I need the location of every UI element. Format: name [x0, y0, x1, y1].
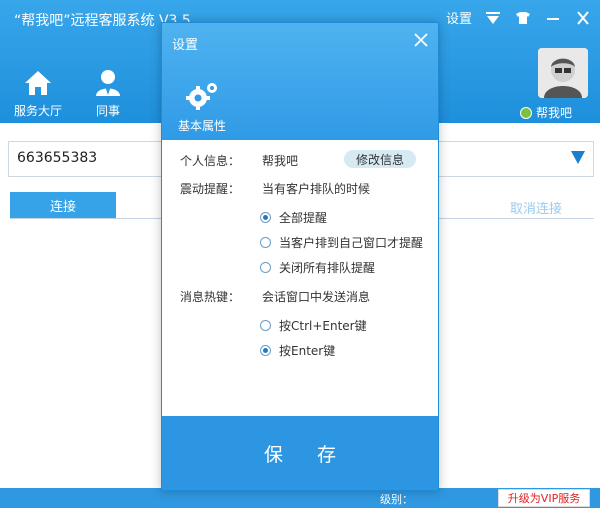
connect-button[interactable]: 连接 [10, 192, 116, 218]
cancel-connection-button[interactable]: 取消连接 [510, 198, 562, 217]
personal-info-label: 个人信息： [180, 154, 241, 168]
dialog-header: 设置 基本属性 [162, 23, 438, 140]
search-input[interactable]: 663655383 [17, 150, 97, 166]
hotkey-label: 消息热键： [180, 290, 241, 304]
vibrate-label: 震动提醒： [180, 182, 241, 196]
hotkey-option[interactable]: 按Ctrl+Enter键 [260, 317, 367, 334]
nav-label: 同事 [95, 104, 120, 118]
option-label: 按Ctrl+Enter键 [279, 319, 367, 333]
user-status: 帮我吧 [520, 104, 572, 121]
vibrate-option[interactable]: 全部提醒 [260, 209, 327, 226]
close-icon[interactable] [412, 31, 430, 49]
upgrade-vip-link[interactable]: 升级为VIP服务 [498, 489, 590, 507]
close-icon[interactable] [574, 9, 592, 27]
edit-info-button[interactable]: 修改信息 [344, 150, 416, 168]
radio-button[interactable] [260, 345, 271, 356]
home-icon [25, 71, 51, 95]
option-label: 全部提醒 [279, 211, 328, 225]
tab-label: 基本属性 [177, 119, 226, 133]
radio-button[interactable] [260, 262, 271, 273]
dropdown-arrow-icon[interactable] [571, 151, 585, 164]
vibrate-description: 当有客户排队的时候 [262, 182, 371, 196]
vibrate-option[interactable]: 关闭所有排队提醒 [260, 259, 375, 276]
skin-icon[interactable] [514, 9, 532, 27]
username: 帮我吧 [536, 106, 573, 120]
tab-basic-properties[interactable]: 基本属性 [172, 81, 232, 134]
radio-button[interactable] [260, 212, 271, 223]
avatar[interactable] [538, 48, 588, 98]
online-status-icon [520, 106, 532, 119]
radio-button[interactable] [260, 320, 271, 331]
colleague-icon [96, 70, 120, 96]
nav-item-service-hall[interactable]: 服务大厅 [12, 68, 64, 119]
option-label: 关闭所有排队提醒 [279, 261, 376, 275]
dialog-title: 设置 [172, 38, 199, 53]
radio-button[interactable] [260, 237, 271, 248]
minimize-icon[interactable] [544, 9, 562, 27]
personal-info-value: 帮我吧 [262, 154, 299, 168]
settings-link[interactable]: 设置 [446, 8, 472, 27]
settings-dialog: 设置 基本属性 个人信息： 帮我吧 修改信息 震动提醒： 当有客户排队的时候 全… [161, 22, 439, 491]
menu-icon[interactable] [484, 9, 502, 27]
save-button[interactable]: 保 存 [162, 416, 438, 490]
hotkey-option[interactable]: 按Enter键 [260, 342, 335, 359]
window-controls: 设置 [446, 8, 592, 27]
option-label: 当客户排到自己窗口才提醒 [279, 236, 424, 250]
option-label: 按Enter键 [279, 344, 336, 358]
level-label: 级别： [380, 493, 413, 506]
nav-item-colleague[interactable]: 同事 [82, 68, 134, 119]
nav-label: 服务大厅 [13, 104, 62, 118]
gear-icon [186, 83, 217, 110]
hotkey-description: 会话窗口中发送消息 [262, 290, 371, 304]
vibrate-option[interactable]: 当客户排到自己窗口才提醒 [260, 234, 423, 251]
